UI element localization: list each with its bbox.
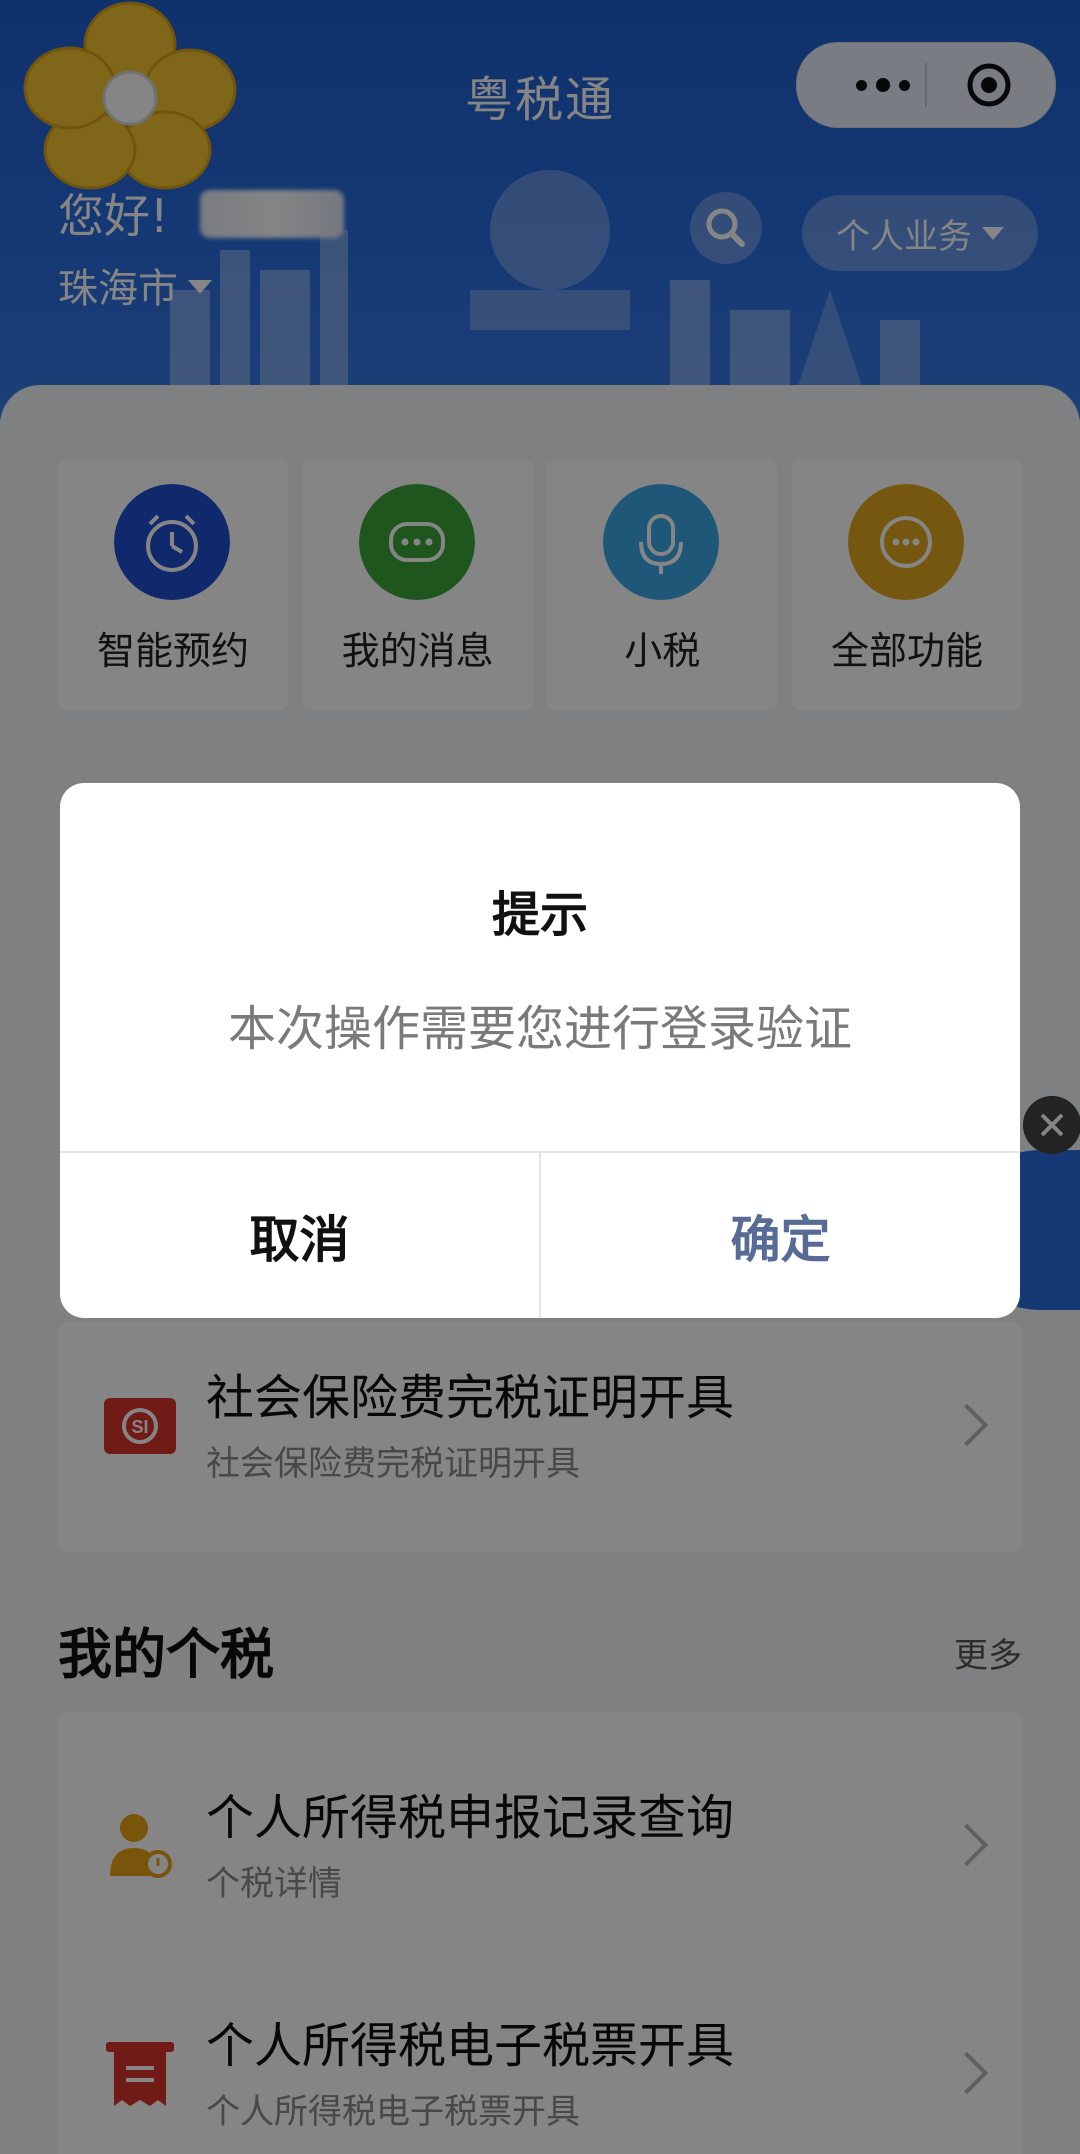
dialog-title: 提示 [491, 887, 588, 943]
dialog-message: 本次操作需要您进行登录验证 [227, 1001, 852, 1057]
cancel-button[interactable]: 取消 [60, 1153, 539, 1318]
confirm-button[interactable]: 确定 [541, 1153, 1020, 1318]
login-prompt-dialog: 提示 本次操作需要您进行登录验证 取消 确定 [60, 783, 1020, 1318]
